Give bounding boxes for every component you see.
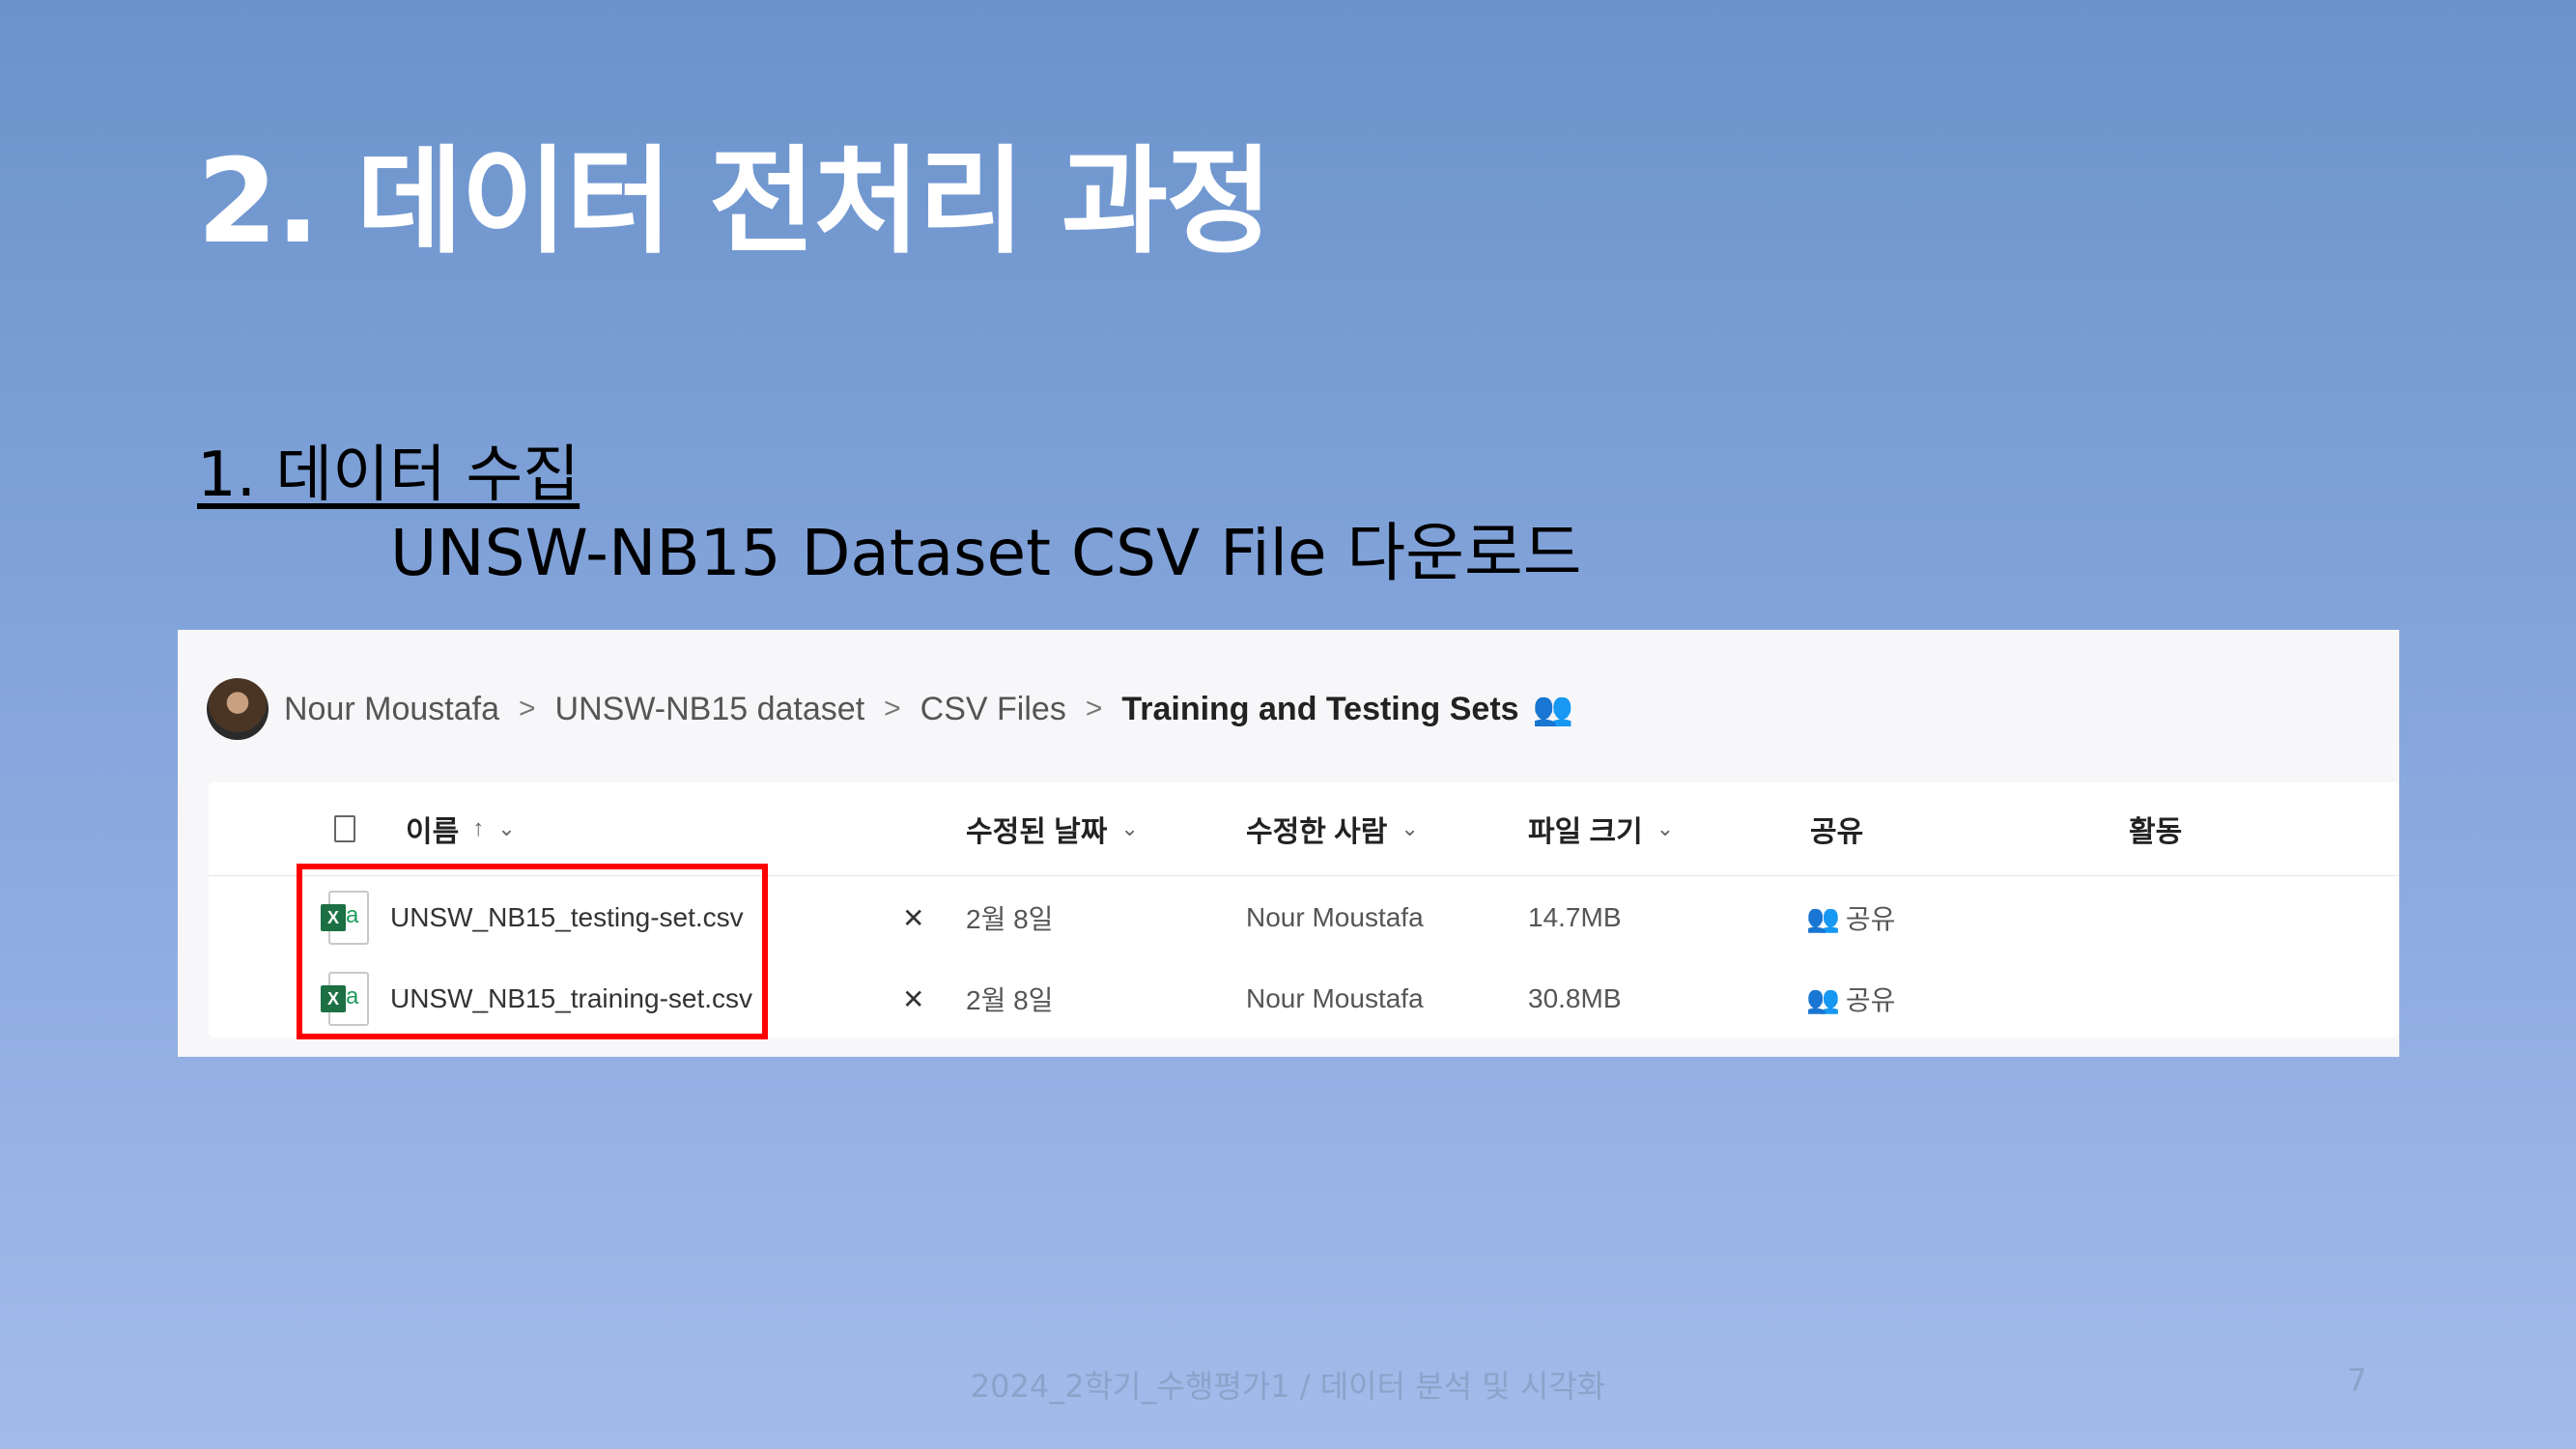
shared-people-icon: 👥 xyxy=(1806,983,1840,1014)
column-header-activity[interactable]: 활동 xyxy=(2129,782,2182,875)
shared-people-icon: 👥 xyxy=(1532,691,1573,727)
column-header-modified[interactable]: 수정된 날짜 ⌄ xyxy=(966,782,1139,875)
column-header-size[interactable]: 파일 크기 ⌄ xyxy=(1528,782,1674,875)
chevron-down-icon: ⌄ xyxy=(1401,816,1419,840)
avatar[interactable] xyxy=(207,678,269,740)
file-size: 30.8MB xyxy=(1528,983,1622,1013)
modified-date: 2월 8일 xyxy=(966,904,1054,934)
breadcrumb-item-current: Training and Testing Sets xyxy=(1121,690,1519,727)
section-heading: 1. 데이터 수집 xyxy=(197,440,580,511)
document-icon xyxy=(334,815,355,842)
column-header-modified-by[interactable]: 수정한 사람 ⌄ xyxy=(1246,782,1419,875)
file-type-header[interactable] xyxy=(334,782,355,875)
breadcrumb-item-csv-files[interactable]: CSV Files xyxy=(920,691,1066,728)
shared-people-icon: 👥 xyxy=(1806,902,1840,933)
breadcrumb: Nour Moustafa > UNSW-NB15 dataset > CSV … xyxy=(207,678,1573,740)
breadcrumb-item-owner[interactable]: Nour Moustafa xyxy=(284,691,499,728)
column-header-sharing[interactable]: 공유 xyxy=(1810,782,1863,875)
page-number: 7 xyxy=(2347,1362,2367,1399)
file-size: 14.7MB xyxy=(1528,902,1622,932)
chevron-right-icon: > xyxy=(884,693,901,724)
modified-date: 2월 8일 xyxy=(966,985,1054,1015)
highlight-box xyxy=(297,864,768,1039)
breadcrumb-item-dataset[interactable]: UNSW-NB15 dataset xyxy=(555,691,865,728)
modified-by: Nour Moustafa xyxy=(1246,983,1424,1013)
chevron-down-icon: ⌄ xyxy=(1656,816,1675,840)
pin-icon[interactable]: ✕ xyxy=(902,877,924,958)
chevron-down-icon: ⌄ xyxy=(1120,816,1139,840)
footer-text: 2024_2학기_수행평가1 / 데이터 분석 및 시각화 xyxy=(970,1368,1606,1405)
sharing-status[interactable]: 👥 공유 xyxy=(1806,877,1895,958)
column-header-name[interactable]: 이름 ↑ ⌄ xyxy=(406,782,516,875)
chevron-right-icon: > xyxy=(1085,693,1103,724)
modified-by: Nour Moustafa xyxy=(1246,902,1424,932)
pin-icon[interactable]: ✕ xyxy=(902,958,924,1039)
sharing-status[interactable]: 👥 공유 xyxy=(1806,958,1895,1039)
chevron-right-icon: > xyxy=(519,693,536,724)
section-subtitle: UNSW-NB15 Dataset CSV File 다운로드 xyxy=(390,516,1582,590)
chevron-down-icon: ⌄ xyxy=(497,816,516,840)
table-header-row: 이름 ↑ ⌄ 수정된 날짜 ⌄ 수정한 사람 ⌄ 파일 크기 ⌄ 공유 활동 xyxy=(209,782,2399,876)
slide-title: 2. 데이터 전처리 과정 xyxy=(197,135,1273,270)
sort-ascending-icon: ↑ xyxy=(472,815,485,841)
